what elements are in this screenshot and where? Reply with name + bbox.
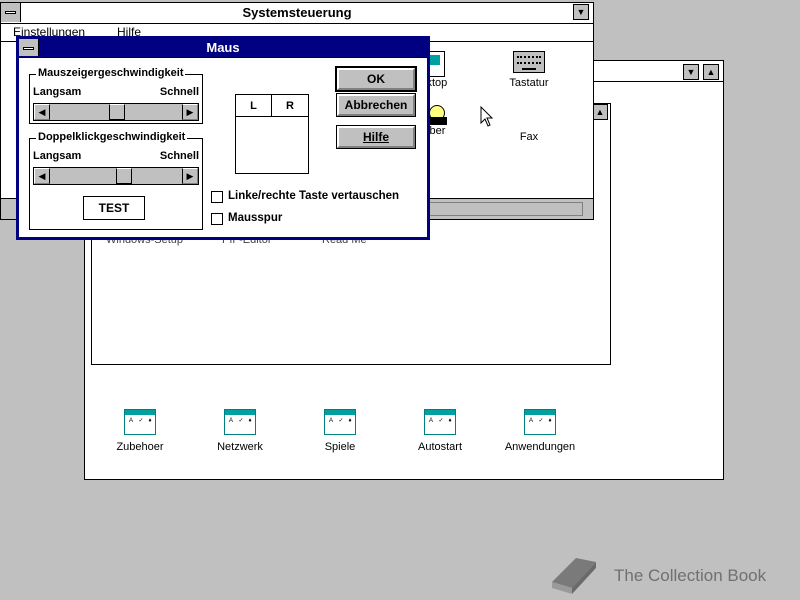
- group-label: Zubehoer: [116, 441, 164, 453]
- system-menu-icon[interactable]: [19, 39, 39, 56]
- inner-up-arrow[interactable]: ▲: [592, 104, 608, 120]
- right-button-indicator: R: [272, 95, 308, 117]
- mouse-trails-label[interactable]: Mausspur: [228, 212, 282, 224]
- watermark-text: The Collection Book: [614, 566, 767, 585]
- fax-applet[interactable]: Fax: [499, 125, 559, 143]
- pointer-speed-slow: Langsam: [33, 86, 82, 98]
- left-arrow-icon[interactable]: ◀: [34, 104, 50, 120]
- program-group-icon: A ✓ ♦: [324, 409, 356, 435]
- right-arrow-icon[interactable]: ▶: [182, 168, 198, 184]
- group-label: Spiele: [324, 441, 356, 453]
- program-group-icon: A ✓ ♦: [524, 409, 556, 435]
- double-click-fast: Schnell: [159, 150, 199, 162]
- pointer-speed-label: Mauszeigergeschwindigkeit: [36, 67, 186, 79]
- group-icon-anwendungen[interactable]: A ✓ ♦ Anwendungen: [497, 409, 583, 453]
- applet-label: Tastatur: [509, 77, 549, 89]
- double-click-label: Doppelklickgeschwindigkeit: [36, 131, 188, 143]
- program-group-icon: A ✓ ♦: [224, 409, 256, 435]
- mouse-trails-checkbox[interactable]: [211, 213, 223, 225]
- cancel-button[interactable]: Abbrechen: [336, 93, 416, 117]
- pointer-speed-group: Mauszeigergeschwindigkeit Langsam Schnel…: [29, 67, 203, 124]
- keyboard-icon: [513, 51, 545, 73]
- help-button[interactable]: Hilfe: [336, 125, 416, 149]
- group-label: Netzwerk: [217, 441, 263, 453]
- control-panel-titlebar[interactable]: Systemsteuerung ▼: [1, 3, 593, 24]
- swap-buttons-checkbox[interactable]: [211, 191, 223, 203]
- group-maximize-button[interactable]: ▲: [703, 64, 719, 80]
- group-icon-zubehoer[interactable]: A ✓ ♦ Zubehoer: [105, 409, 175, 453]
- keyboard-applet[interactable]: Tastatur: [499, 51, 559, 89]
- double-click-slow: Langsam: [33, 150, 82, 162]
- mouse-dialog: Maus Mauszeigergeschwindigkeit Langsam S…: [16, 36, 430, 240]
- swap-buttons-label[interactable]: Linke/rechte Taste vertauschen: [228, 190, 399, 202]
- control-panel-title: Systemsteuerung: [242, 5, 352, 20]
- mouse-dialog-title: Maus: [206, 40, 240, 55]
- group-icon-netzwerk[interactable]: A ✓ ♦ Netzwerk: [205, 409, 275, 453]
- watermark: The Collection Book: [546, 552, 796, 598]
- book-logo-icon: [552, 558, 596, 594]
- double-click-slider[interactable]: ◀ ▶: [33, 167, 199, 185]
- pointer-speed-slider[interactable]: ◀ ▶: [33, 103, 199, 121]
- mouse-dialog-titlebar[interactable]: Maus: [19, 39, 427, 58]
- group-icon-spiele[interactable]: A ✓ ♦ Spiele: [305, 409, 375, 453]
- mouse-buttons-preview: L R: [235, 94, 309, 174]
- printer-icon: [427, 105, 447, 125]
- mouse-cursor-icon: [480, 106, 494, 127]
- ok-button[interactable]: OK: [335, 66, 417, 92]
- pointer-speed-thumb[interactable]: [109, 104, 125, 120]
- group-label: Autostart: [417, 441, 463, 453]
- group-label: Anwendungen: [504, 441, 576, 453]
- group-dropdown-button[interactable]: ▼: [683, 64, 699, 80]
- left-arrow-icon[interactable]: ◀: [34, 168, 50, 184]
- test-button[interactable]: TEST: [83, 196, 145, 220]
- applet-label: Fax: [519, 131, 539, 143]
- help-button-label: Hilfe: [362, 130, 389, 144]
- program-group-icon: A ✓ ♦: [124, 409, 156, 435]
- pointer-speed-fast: Schnell: [159, 86, 199, 98]
- group-icon-autostart[interactable]: A ✓ ♦ Autostart: [405, 409, 475, 453]
- right-arrow-icon[interactable]: ▶: [182, 104, 198, 120]
- minimize-button[interactable]: ▼: [573, 4, 589, 20]
- left-button-indicator: L: [236, 95, 272, 117]
- program-group-icon: A ✓ ♦: [424, 409, 456, 435]
- double-click-thumb[interactable]: [116, 168, 132, 184]
- double-click-group: Doppelklickgeschwindigkeit Langsam Schne…: [29, 131, 203, 230]
- system-menu-icon[interactable]: [1, 3, 21, 22]
